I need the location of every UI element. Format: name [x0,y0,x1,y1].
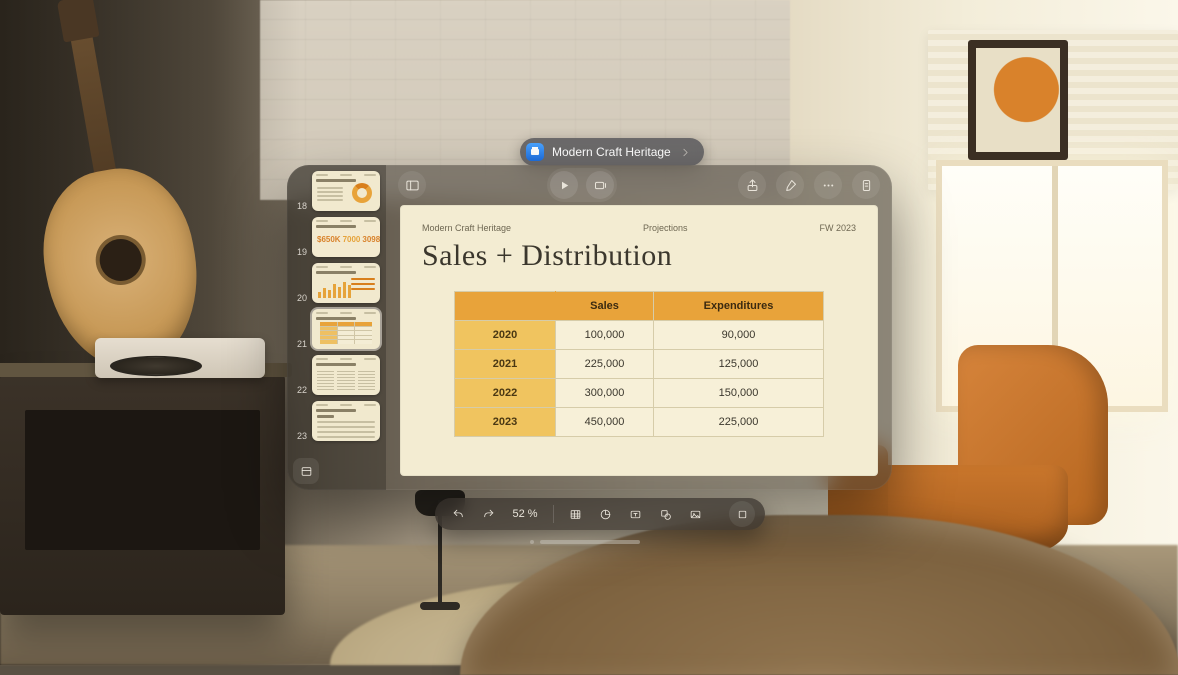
paintbrush-icon [783,178,798,193]
zoom-level[interactable]: 52 % [505,508,545,520]
slide-thumb-preview[interactable] [312,309,380,349]
insert-text-button[interactable] [622,501,648,527]
slide-thumb-22[interactable]: 22 [293,355,380,395]
ellipsis-icon [821,178,836,193]
row-header-year[interactable]: 2023 [455,408,556,437]
slide-thumb-20[interactable]: 20 [293,263,380,303]
separator [553,505,554,523]
slide-title[interactable]: Sales + Distribution [422,239,856,273]
slide-thumb-21[interactable]: 21 [293,309,380,349]
turntable-decor [95,338,265,378]
redo-icon [482,508,495,521]
col-header-expenditures[interactable]: Expenditures [654,292,824,321]
cell-sales[interactable]: 225,000 [556,350,654,379]
toolbar-right-cluster [738,171,880,199]
chevron-right-icon [679,146,692,159]
toggle-sidebar-button[interactable] [398,171,426,199]
slide-thumb-number: 23 [293,432,307,441]
row-header-year[interactable]: 2020 [455,321,556,350]
insert-chart-button[interactable] [592,501,618,527]
keynote-app-icon [526,143,544,161]
slide-thumb-23[interactable]: 23 [293,401,380,441]
broadcast-icon [593,178,608,193]
table-corner [455,292,556,321]
wall-art [968,40,1068,160]
table-row[interactable]: 2020100,00090,000 [455,321,824,350]
cell-expenditures[interactable]: 150,000 [654,379,824,408]
slide-thumb-number: 22 [293,386,307,395]
navigator-grid-icon [300,465,313,478]
slide-canvas[interactable]: Modern Craft Heritage Projections FW 202… [400,205,878,476]
credenza [0,375,285,615]
slide-thumb-number: 19 [293,248,307,257]
col-header-sales[interactable]: Sales [556,292,654,321]
redo-button[interactable] [475,501,501,527]
slide-header-left: Modern Craft Heritage [422,223,511,233]
insert-shape-button[interactable] [652,501,678,527]
expand-icon [736,508,749,521]
play-icon [557,178,572,193]
slide-thumb-preview[interactable] [312,401,380,441]
table-row[interactable]: 2023450,000225,000 [455,408,824,437]
slide-thumb-18[interactable]: 18 [293,171,380,211]
window-title-text: Modern Craft Heritage [552,145,671,159]
play-button[interactable] [550,171,578,199]
cell-expenditures[interactable]: 90,000 [654,321,824,350]
window-resize-dot[interactable] [530,540,534,544]
slide-thumb-number: 21 [293,340,307,349]
keynote-window: 1819$650K7000309820212223 [287,165,892,490]
slide-thumb-number: 18 [293,202,307,211]
play-controls [547,168,617,202]
insert-table-button[interactable] [562,501,588,527]
format-button[interactable] [776,171,804,199]
row-header-year[interactable]: 2022 [455,379,556,408]
window-title-pill[interactable]: Modern Craft Heritage [520,138,704,166]
keynote-live-button[interactable] [586,171,614,199]
cell-sales[interactable]: 300,000 [556,379,654,408]
sales-table[interactable]: Sales Expenditures 2020100,00090,0002021… [454,291,824,437]
bottom-toolbar: 52 % [435,498,765,530]
table-row[interactable]: 2021225,000125,000 [455,350,824,379]
row-header-year[interactable]: 2021 [455,350,556,379]
insert-media-button[interactable] [682,501,708,527]
slide-thumb-preview[interactable] [312,355,380,395]
table-icon [569,508,582,521]
undo-icon [452,508,465,521]
media-icon [689,508,702,521]
navigator-view-button[interactable] [293,458,319,484]
slide-thumb-number: 20 [293,294,307,303]
share-icon [745,178,760,193]
table-row[interactable]: 2022300,000150,000 [455,379,824,408]
sidebar-icon [405,178,420,193]
slide-thumb-19[interactable]: 19 $650K70003098 [293,217,380,257]
more-button[interactable] [814,171,842,199]
slide-thumb-preview[interactable] [312,263,380,303]
top-toolbar [386,165,892,205]
cell-sales[interactable]: 450,000 [556,408,654,437]
slide-header: Modern Craft Heritage Projections FW 202… [422,223,856,233]
undo-button[interactable] [445,501,471,527]
chart-icon [599,508,612,521]
shape-icon [659,508,672,521]
slide-header-center: Projections [643,223,688,233]
editor-main: Modern Craft Heritage Projections FW 202… [386,165,892,490]
slide-thumb-preview[interactable] [312,171,380,211]
share-button[interactable] [738,171,766,199]
window-move-handle[interactable] [540,540,640,544]
document-options-button[interactable] [852,171,880,199]
cell-expenditures[interactable]: 125,000 [654,350,824,379]
slide-header-right: FW 2023 [819,223,856,233]
slide-thumb-preview[interactable]: $650K70003098 [312,217,380,257]
slide-navigator[interactable]: 18 19 $650K70003098 20 21 22 23 [287,165,386,490]
cell-sales[interactable]: 100,000 [556,321,654,350]
document-icon [859,178,874,193]
cell-expenditures[interactable]: 225,000 [654,408,824,437]
textbox-icon [629,508,642,521]
insert-menu-button[interactable] [729,501,755,527]
